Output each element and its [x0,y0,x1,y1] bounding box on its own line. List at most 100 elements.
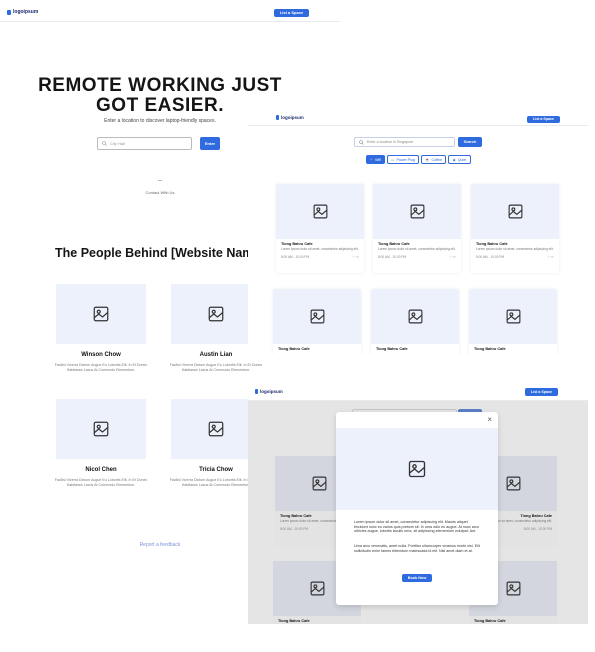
list-space-button[interactable]: List a Space [274,9,309,17]
space-card[interactable]: Tiong Bahru Cafe [273,289,361,354]
search-screen: logoipsum List a Space Enter a location … [248,108,588,354]
space-footer: 8:00 AM - 10:00 PM ◠ ▭ [476,255,554,259]
team-desc: Facilisi Viverra Dictum Augue Eu Loborti… [54,363,148,372]
space-title: Tiong Bahru Cafe [278,347,310,351]
space-detail-modal: × Lorem ipsum dolor sit amet, consectetu… [336,412,498,605]
team-desc: Facilisi Viverra Dictum Augue Eu Loborti… [169,363,263,372]
space-footer: 8:00 AM - 10:00 PM ◠ ▭ [281,255,359,259]
divider [158,180,162,181]
plug-icon: ▭ [391,157,395,162]
logo-icon [7,9,11,15]
search-icon [359,139,364,145]
image-icon [93,421,109,437]
space-desc: Lorem ipsum dolor sit amet, consectetur … [378,247,456,251]
space-desc: Lorem ipsum dolor sit amet, consectetur … [281,247,359,251]
search-button[interactable]: Search [458,137,482,147]
location-search-input[interactable]: Enter a location in Singapore [354,137,455,147]
close-icon[interactable]: × [487,415,492,424]
space-hours: 8:00 AM - 10:00 PM [378,255,407,259]
team-card: Nicol Chen Facilisi Viverra Dictum Augue… [55,399,147,488]
image-icon [506,476,520,491]
amenity-icons: ◠ ▭ [352,255,359,259]
space-footer: 8:00 AM - 10:00 PM ◠ ▭ [378,255,456,259]
team-name: Winson Chow [81,352,121,358]
space-title: Tiong Bahru Cafe [281,242,313,246]
space-title: Tiong Bahru Cafe [376,347,408,351]
amenity-icons: ◠ ▭ [449,255,456,259]
search-icon [102,141,107,146]
image-icon [208,421,224,437]
image-placeholder [56,284,146,344]
logo-icon [276,115,279,120]
city-input[interactable]: City Hall [97,137,192,150]
space-card[interactable]: Tiong Bahru Cafe Lorem ipsum dolor sit a… [276,184,364,273]
team-desc: Facilisi Viverra Dictum Augue Eu Loborti… [54,478,148,487]
filter-label: Quiet [457,157,467,162]
list-space-button[interactable]: List a Space [525,388,558,396]
logo-text: logoipsum [281,115,304,120]
space-card[interactable]: Tiong Bahru Cafe Lorem ipsum dolor sit a… [373,184,461,273]
filter-label: Coffee [431,157,442,162]
image-placeholder [56,399,146,459]
list-space-button[interactable]: List a Space [527,116,560,123]
team-name: Nicol Chen [85,467,117,473]
hero-line-1: REMOTE WORKING JUST [38,75,282,96]
quiet-icon: ◉ [452,157,456,162]
image-icon [312,476,326,491]
image-icon [408,309,422,324]
logo-text: logoipsum [260,389,283,394]
logo-icon [255,389,258,394]
space-title: Tiong Bahru Cafe [278,619,310,623]
image-placeholder [276,184,364,239]
image-icon [408,460,426,478]
filter-coffee[interactable]: ☕ Coffee [421,155,446,164]
space-hours: 8:00 AM - 10:00 PM [476,255,505,259]
image-icon [313,204,327,219]
image-icon [310,581,324,596]
logo[interactable]: logoipsum [7,9,38,15]
team-card: Winson Chow Facilisi Viverra Dictum Augu… [55,284,147,373]
city-input-placeholder: City Hall [110,141,125,146]
image-placeholder [469,289,557,344]
book-now-button[interactable]: Book Now [402,574,432,582]
search-navbar: logoipsum List a Space [248,108,588,126]
location-search-placeholder: Enter a location in Singapore [367,140,414,144]
space-card[interactable]: Tiong Bahru Cafe [371,289,459,354]
space-hours: 8:00 AM - 10:00 PM [281,255,310,259]
logo-text: logoipsum [13,9,39,15]
filter-label: Power Plug [396,157,415,162]
landing-navbar: logoipsum List a Space [0,0,340,22]
modal-navbar: logoipsum List a Space [248,380,588,401]
filter-quiet[interactable]: ◉ Quiet [448,155,471,164]
space-card[interactable]: Tiong Bahru Cafe [469,289,557,354]
logo[interactable]: logoipsum [276,115,304,120]
amenity-icons: ◠ ▭ [547,255,554,259]
image-placeholder [373,184,461,239]
coffee-icon: ☕ [424,157,430,162]
image-icon [506,309,520,324]
filter-label: Wifi [375,157,382,162]
image-icon [310,309,324,324]
space-card[interactable]: Tiong Bahru Cafe Lorem ipsum dolor sit a… [471,184,559,273]
space-title: Tiong Bahru Cafe [474,619,506,623]
image-placeholder [371,289,459,344]
space-title: Tiong Bahru Cafe [378,242,410,246]
space-desc: Lorem ipsum dolor sit amet, consectetur … [476,247,554,251]
modal-screen: logoipsum List a Space Tiong Bahru Cafe … [248,380,588,624]
logo[interactable]: logoipsum [255,389,283,394]
image-icon [410,204,424,219]
modal-description-1: Lorem ipsum dolor sit amet, consectetur … [354,520,480,534]
image-placeholder [471,184,559,239]
image-icon [506,581,520,596]
image-icon [208,306,224,322]
enter-button[interactable]: Enter [200,137,220,150]
filter-power-plug[interactable]: ▭ Power Plug [387,155,419,164]
image-icon [508,204,522,219]
space-title: Tiong Bahru Cafe [474,347,506,351]
image-placeholder [273,289,361,344]
space-title: Tiong Bahru Cafe [476,242,508,246]
image-icon [93,306,109,322]
modal-description-2: Urna arcu venenatis, amet nulla. Porttit… [354,544,480,553]
people-heading: The People Behind [Website Name] [55,246,255,260]
filter-wifi[interactable]: ◠ Wifi [366,155,385,164]
